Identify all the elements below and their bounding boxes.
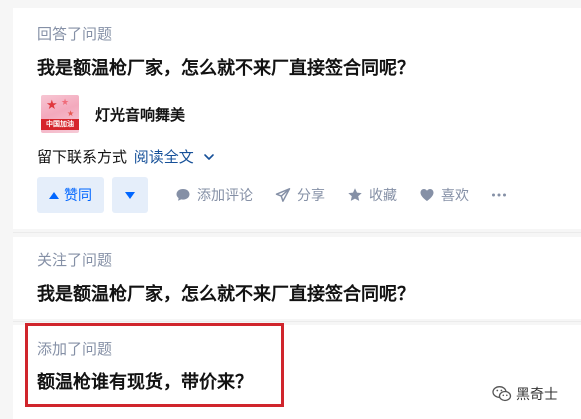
vote-down-button[interactable] <box>112 177 148 213</box>
author-name[interactable]: 灯光音响舞美 <box>95 104 185 125</box>
avatar-badge-text: 中国加油 <box>41 119 79 130</box>
question-title[interactable]: 额温枪谁有现货，带价来？ <box>37 370 253 396</box>
divider <box>13 321 581 322</box>
heart-icon <box>420 189 434 201</box>
more-button[interactable] <box>491 187 507 203</box>
action-bar: 赞同 添加评论 分享 收藏 喜欢 <box>37 177 507 213</box>
like-label: 喜欢 <box>441 188 469 204</box>
activity-label: 添加了问题 <box>37 340 113 358</box>
star-icon: ★ <box>46 98 58 113</box>
divider <box>13 232 581 233</box>
favorite-label: 收藏 <box>369 188 397 204</box>
activity-label: 回答了问题 <box>37 25 113 43</box>
question-title[interactable]: 我是额温枪厂家，怎么就不来厂直接签合同呢？ <box>37 56 415 82</box>
author-info: ★ ★ ★ 中国加油 灯光音响舞美 <box>41 94 185 134</box>
feed-item-answer: 回答了问题 我是额温枪厂家，怎么就不来厂直接签合同呢？ ★ ★ ★ 中国加油 灯… <box>13 8 581 229</box>
vote-up-button[interactable]: 赞同 <box>37 177 104 213</box>
comment-label: 添加评论 <box>197 188 253 204</box>
more-dots-icon <box>492 193 506 197</box>
chevron-down-icon <box>203 154 214 160</box>
feed-item-add-question: 添加了问题 额温枪谁有现货，带价来？ <box>13 325 581 419</box>
triangle-up-icon <box>49 191 59 199</box>
feed-item-follow: 关注了问题 我是额温枪厂家，怎么就不来厂直接签合同呢？ <box>13 237 581 319</box>
question-title[interactable]: 我是额温枪厂家，怎么就不来厂直接签合同呢？ <box>37 282 415 308</box>
like-button[interactable]: 喜欢 <box>419 185 469 205</box>
excerpt-text: 留下联系方式 <box>37 148 128 166</box>
avatar[interactable]: ★ ★ ★ 中国加油 <box>41 95 79 133</box>
activity-label: 关注了问题 <box>37 251 113 269</box>
vote-up-label: 赞同 <box>64 188 92 204</box>
comment-icon <box>176 189 190 201</box>
star-icon <box>348 188 362 201</box>
comment-button[interactable]: 添加评论 <box>175 185 253 205</box>
read-more-label: 阅读全文 <box>133 148 194 166</box>
watermark-text: 黑奇士 <box>516 387 558 403</box>
share-icon <box>275 188 291 202</box>
star-icon: ★ <box>67 109 75 118</box>
share-button[interactable]: 分享 <box>275 185 325 205</box>
wechat-icon <box>492 386 512 402</box>
read-more-button[interactable]: 阅读全文 <box>134 148 216 166</box>
watermark: 黑奇士 <box>492 384 558 404</box>
favorite-button[interactable]: 收藏 <box>347 185 397 205</box>
share-label: 分享 <box>297 188 325 204</box>
triangle-down-icon <box>125 191 135 199</box>
activity-feed: 回答了问题 我是额温枪厂家，怎么就不来厂直接签合同呢？ ★ ★ ★ 中国加油 灯… <box>0 0 581 419</box>
answer-excerpt: 留下联系方式 阅读全文 <box>37 146 216 168</box>
